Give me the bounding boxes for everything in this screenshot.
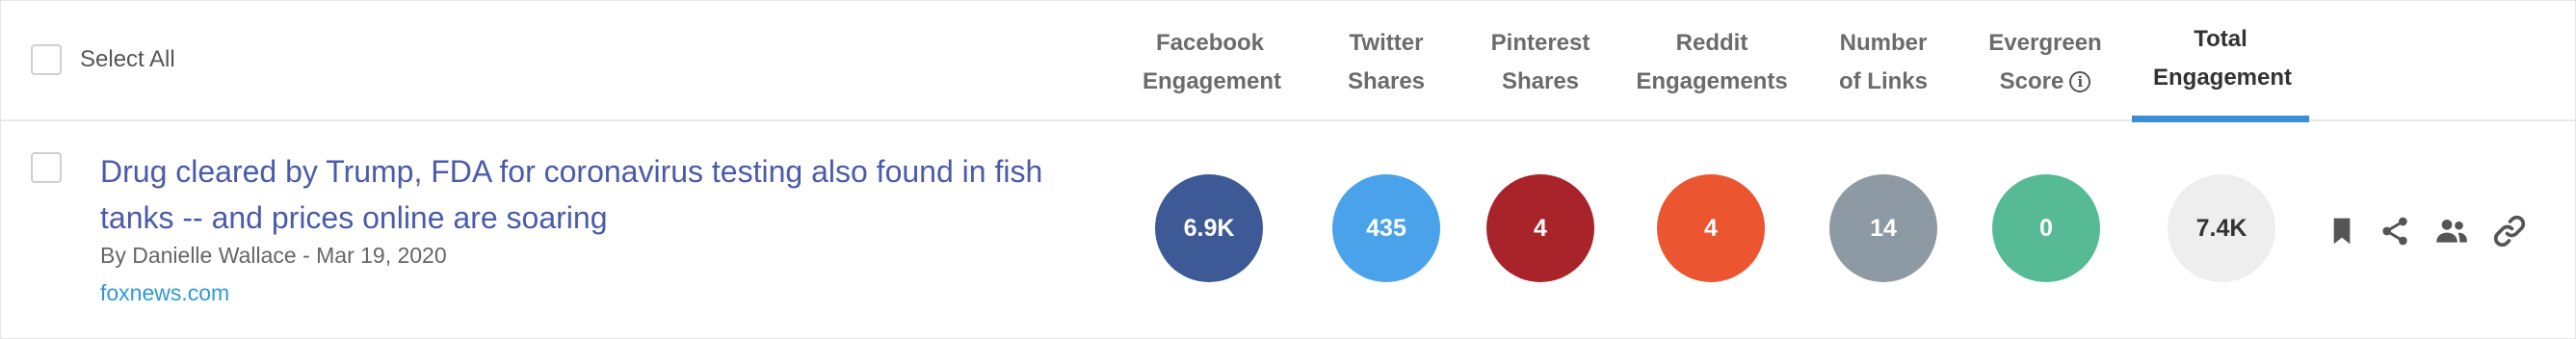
facebook-engagement-bubble: 6.9K: [1155, 174, 1263, 282]
column-label: Number: [1839, 30, 1928, 56]
column-label: Score: [1999, 68, 2064, 94]
column-label: Twitter: [1349, 30, 1424, 56]
column-reddit-engagements[interactable]: Reddit Engagements: [1636, 24, 1788, 101]
column-label: Reddit: [1675, 30, 1748, 56]
info-icon[interactable]: i: [2069, 71, 2091, 92]
table-row: Drug cleared by Trump, FDA for coronavir…: [1, 123, 2575, 339]
column-label: of Links: [1838, 68, 1928, 94]
table-header: Select All Facebook Engagement Twitter S…: [1, 1, 2575, 122]
column-label: Shares: [1347, 68, 1426, 94]
column-facebook-engagement[interactable]: Facebook Engagement: [1143, 24, 1282, 101]
people-icon[interactable]: [2432, 212, 2471, 250]
bookmark-icon[interactable]: [2323, 212, 2361, 250]
column-evergreen-score[interactable]: Evergreen Score i: [1985, 24, 2105, 101]
twitter-shares-bubble: 435: [1332, 174, 1440, 282]
column-label: Pinterest: [1490, 30, 1590, 56]
article-title-link[interactable]: Drug cleared by Trump, FDA for coronavir…: [100, 148, 1064, 241]
article-byline: By Danielle Wallace - Mar 19, 2020: [100, 243, 447, 268]
column-label: Shares: [1501, 68, 1580, 94]
link-icon[interactable]: [2490, 212, 2529, 250]
select-all-label: Select All: [80, 46, 175, 72]
column-twitter-shares[interactable]: Twitter Shares: [1338, 24, 1434, 101]
column-label: Evergreen: [1988, 30, 2102, 56]
column-label: Engagements: [1636, 68, 1788, 94]
column-number-of-links[interactable]: Number of Links: [1832, 24, 1934, 101]
column-label: Total: [2194, 26, 2247, 52]
column-label: Facebook: [1155, 30, 1265, 56]
total-engagement-bubble: 7.4K: [2168, 174, 2275, 282]
row-checkbox[interactable]: [31, 152, 62, 183]
share-icon[interactable]: [2376, 212, 2414, 250]
column-label: Engagement: [2153, 65, 2293, 91]
column-label-with-info: Score i: [1985, 63, 2105, 101]
select-all-checkbox[interactable]: [31, 44, 62, 75]
active-sort-indicator: [2132, 116, 2309, 122]
article-domain-link[interactable]: foxnews.com: [100, 278, 229, 307]
number-of-links-bubble: 14: [1829, 174, 1937, 282]
column-pinterest-shares[interactable]: Pinterest Shares: [1483, 24, 1598, 101]
evergreen-score-bubble: 0: [1992, 174, 2100, 282]
column-label: Engagement: [1143, 68, 1282, 94]
column-total-engagement[interactable]: Total Engagement: [2153, 20, 2293, 97]
pinterest-shares-bubble: 4: [1486, 174, 1594, 282]
reddit-engagements-bubble: 4: [1657, 174, 1765, 282]
content-panel: Select All Facebook Engagement Twitter S…: [0, 0, 2576, 339]
